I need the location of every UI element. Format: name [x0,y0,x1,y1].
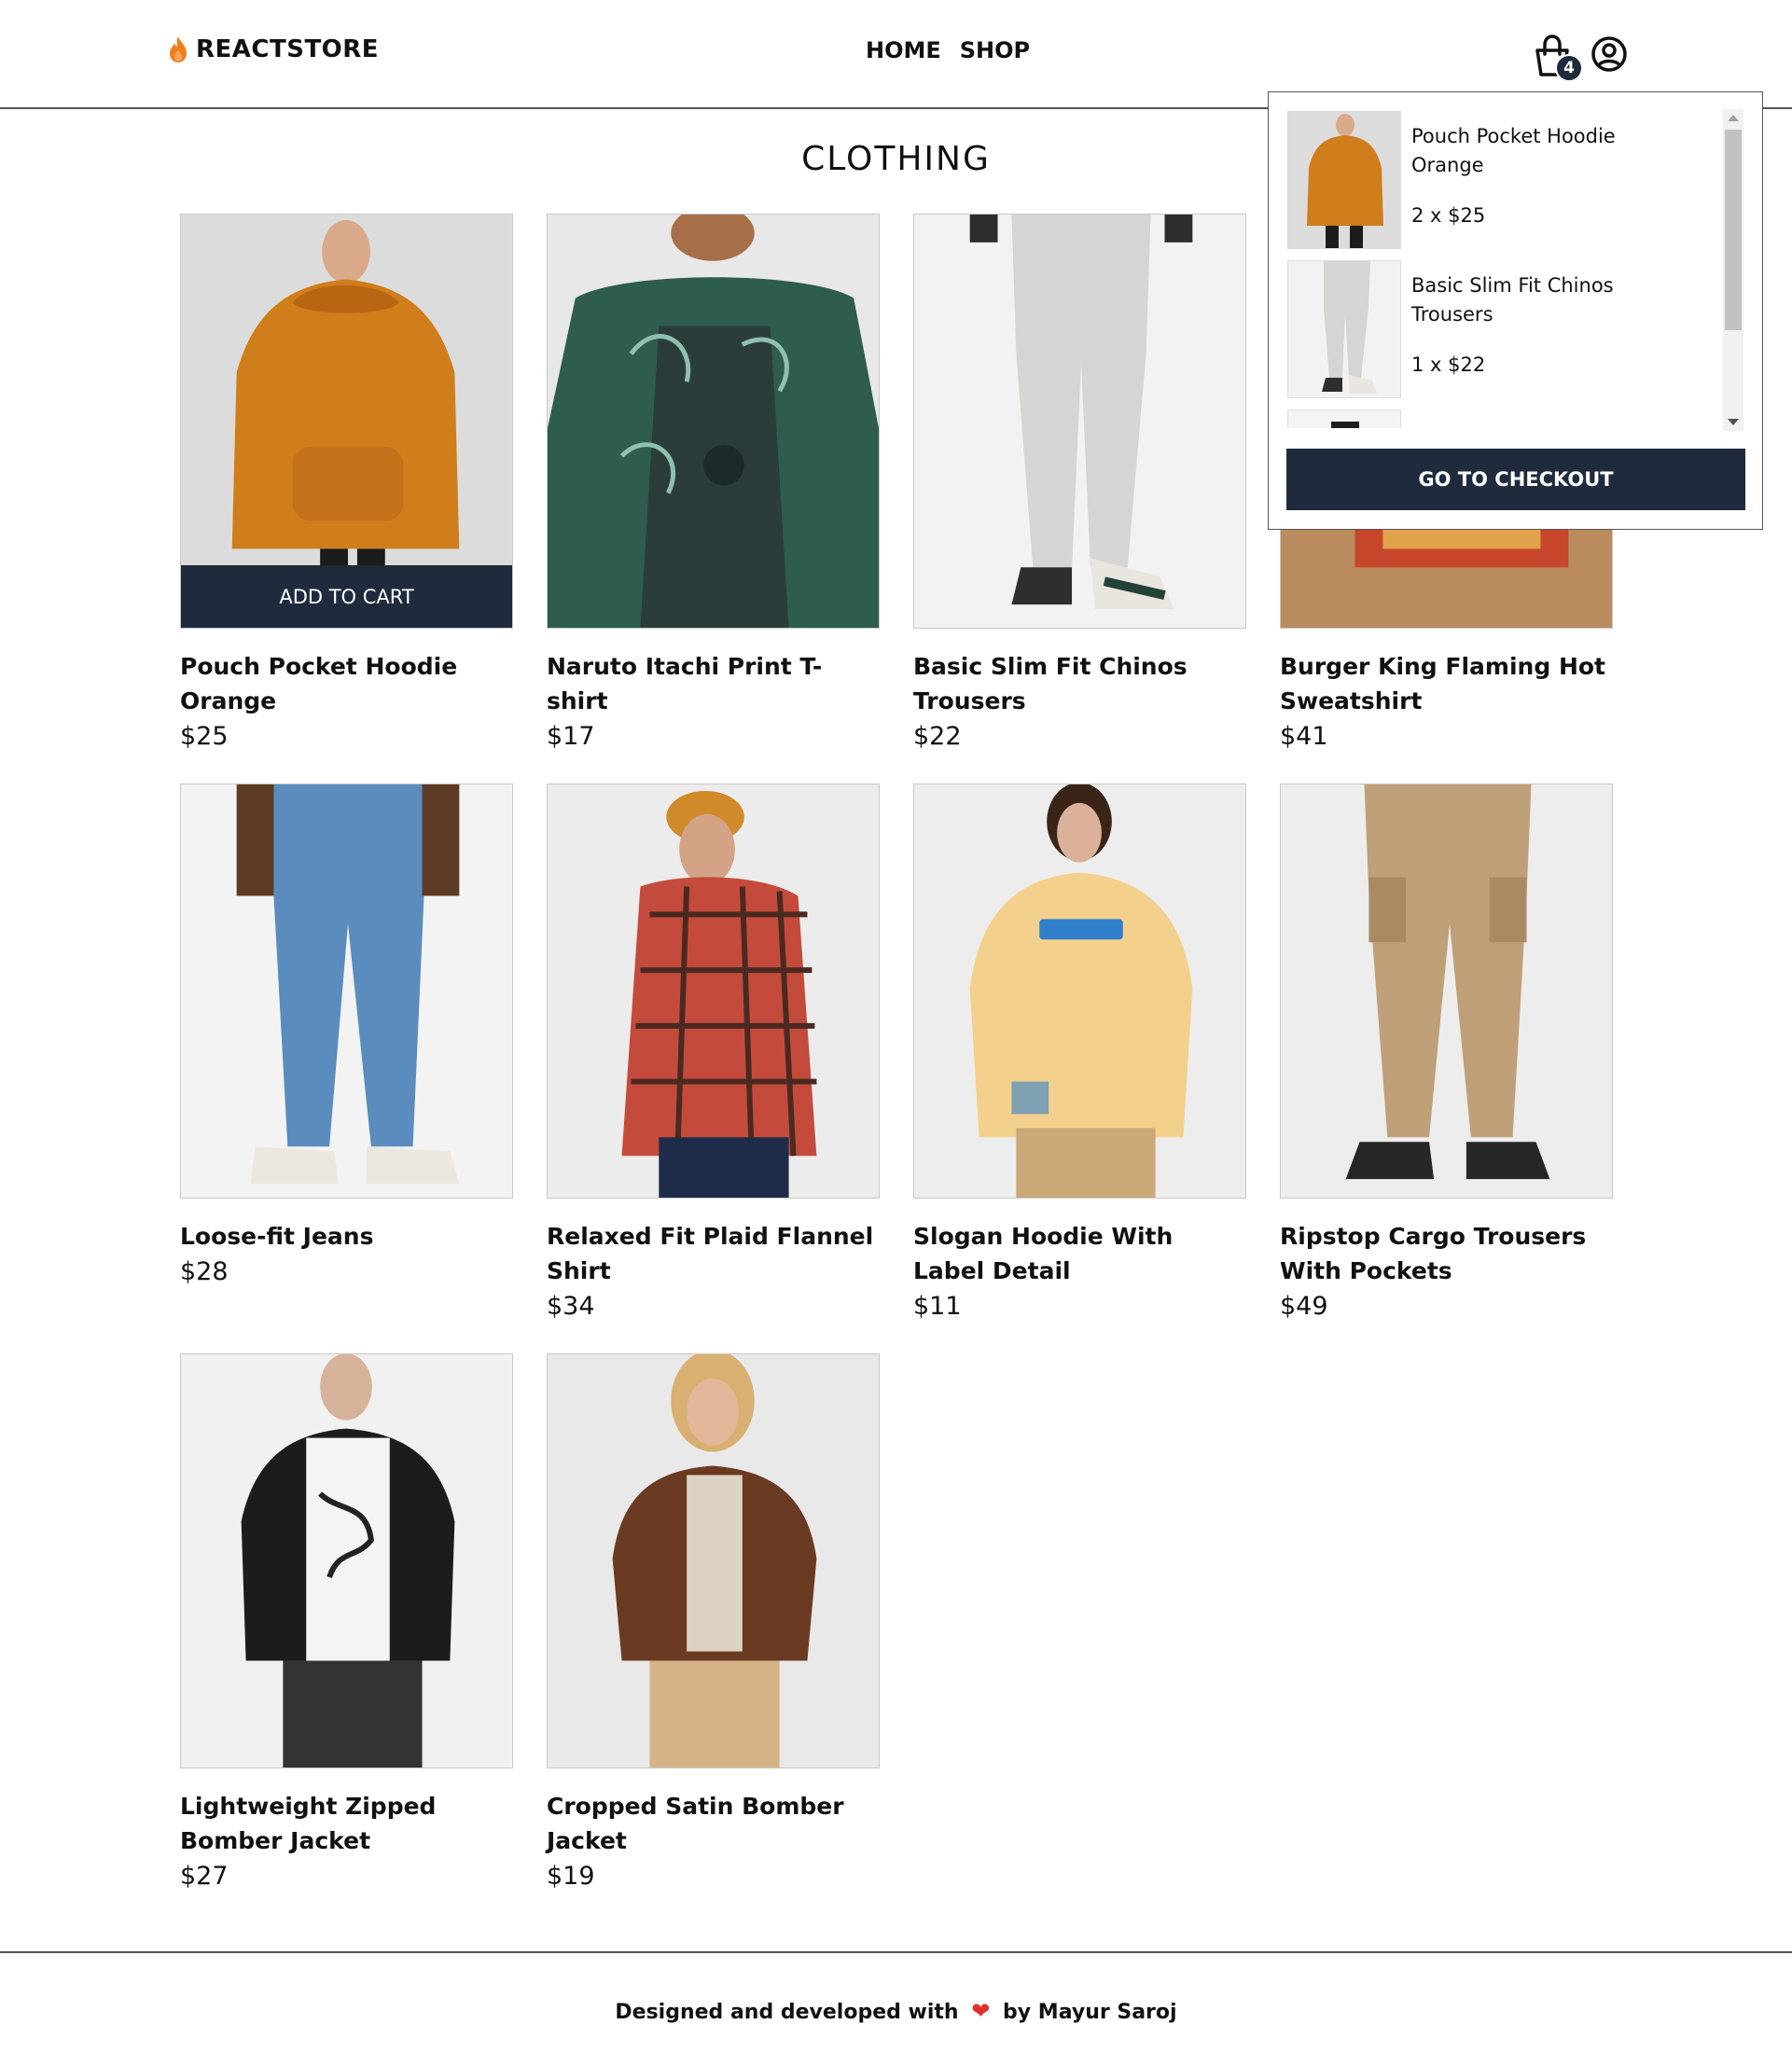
cart-item-image [1287,111,1401,249]
cart-count-badge: 4 [1555,54,1583,82]
product-image[interactable] [547,783,880,1199]
product-price: $11 [913,1292,962,1321]
cart-item: Pouch Pocket Hoodie Orange 2 x $25 [1287,111,1726,249]
product-card[interactable]: ADD TO CART Pouch Pocket Hoodie Orange $… [180,214,513,756]
cart-item-quantity: 1 x $22 [1411,354,1486,376]
satin-bomber-image [548,1354,879,1768]
site-footer: Designed and developed with ❤ by Mayur S… [0,1951,1792,2052]
cart-item-image [1287,409,1401,428]
product-image[interactable] [913,214,1246,629]
product-price: $34 [547,1292,595,1321]
nav-shop-link[interactable]: SHOP [960,37,1030,63]
hoodie-orange-thumb [1288,112,1400,248]
product-image[interactable] [1280,783,1613,1199]
heart-icon: ❤ [971,1998,991,2024]
product-card[interactable]: Naruto Itachi Print T-shirt $17 [547,214,880,756]
cart-item-name: Basic Slim Fit Chinos Trousers [1411,274,1614,326]
cart-scrollbar[interactable] [1723,109,1743,431]
cart-item-name: Pouch Pocket Hoodie Orange [1411,125,1616,176]
nav-home-link[interactable]: HOME [866,37,941,63]
product-name[interactable]: Basic Slim Fit Chinos Trousers [913,649,1246,718]
product-name[interactable]: Relaxed Fit Plaid Flannel Shirt [547,1219,880,1288]
product-name[interactable]: Cropped Satin Bomber Jacket [547,1789,880,1858]
product-card[interactable]: Basic Slim Fit Chinos Trousers $22 [913,214,1246,756]
product-price: $49 [1280,1292,1328,1321]
partial-thumb [1288,410,1400,428]
product-name[interactable]: Pouch Pocket Hoodie Orange [180,649,513,718]
green-tshirt-image [548,215,879,628]
product-image[interactable] [547,214,880,629]
chinos-thumb [1288,261,1400,397]
product-price: $17 [547,722,595,751]
product-image[interactable] [913,783,1246,1199]
main-nav: HOME SHOP [866,37,1030,63]
cart-button[interactable]: 4 [1532,34,1583,82]
product-name[interactable]: Burger King Flaming Hot Sweatshirt [1280,649,1613,718]
brand-name: REACTSTORE [196,35,380,63]
scrollbar-thumb[interactable] [1725,130,1742,330]
flannel-shirt-image [548,784,879,1198]
product-card[interactable]: Relaxed Fit Plaid Flannel Shirt $34 [547,783,880,1325]
product-price: $22 [913,722,962,751]
scroll-down-icon[interactable] [1728,419,1739,425]
product-image[interactable]: ADD TO CART [180,214,513,629]
cart-items-list[interactable]: Pouch Pocket Hoodie Orange 2 x $25 Basic… [1287,111,1744,428]
product-price: $27 [180,1862,229,1891]
scroll-up-icon[interactable] [1728,115,1739,121]
product-name[interactable]: Naruto Itachi Print T-shirt [547,649,880,718]
black-bomber-image [181,1354,512,1768]
jeans-image [181,784,512,1198]
product-card[interactable]: Slogan Hoodie With Label Detail $11 [913,783,1246,1325]
product-image[interactable] [180,1353,513,1768]
product-card[interactable]: Lightweight Zipped Bomber Jacket $27 [180,1353,513,1895]
product-card[interactable]: Ripstop Cargo Trousers With Pockets $49 [1280,783,1613,1325]
footer-text-after: by Mayur Saroj [1003,2001,1177,2024]
product-card[interactable]: Cropped Satin Bomber Jacket $19 [547,1353,880,1895]
product-name[interactable]: Ripstop Cargo Trousers With Pockets [1280,1219,1613,1288]
cart-item-quantity: 2 x $25 [1411,204,1486,227]
product-price: $41 [1280,722,1328,751]
product-price: $28 [180,1257,229,1286]
product-price: $25 [180,722,229,751]
product-name[interactable]: Lightweight Zipped Bomber Jacket [180,1789,513,1858]
product-price: $19 [547,1862,595,1891]
product-card[interactable]: Loose-fit Jeans $28 [180,783,513,1291]
brand-logo[interactable]: REACTSTORE [168,35,379,63]
footer-credit: Designed and developed with ❤ by Mayur S… [0,1998,1792,2024]
chinos-trousers-image [914,215,1245,628]
account-button[interactable] [1591,35,1628,73]
cart-dropdown: Pouch Pocket Hoodie Orange 2 x $25 Basic… [1268,91,1763,530]
product-name[interactable]: Loose-fit Jeans [180,1219,513,1254]
yellow-hoodie-image [914,784,1245,1198]
product-image[interactable] [547,1353,880,1768]
user-circle-icon [1591,36,1627,72]
cart-item-image [1287,260,1401,398]
cart-item [1287,409,1726,428]
flame-icon [170,36,187,62]
product-image[interactable] [180,783,513,1199]
footer-text-before: Designed and developed with [615,2001,959,2024]
add-to-cart-button[interactable]: ADD TO CART [181,565,512,628]
product-name[interactable]: Slogan Hoodie With Label Detail [913,1219,1246,1288]
cargo-trousers-image [1281,784,1612,1198]
cart-item: Basic Slim Fit Chinos Trousers 1 x $22 [1287,260,1726,398]
checkout-button[interactable]: GO TO CHECKOUT [1286,449,1745,510]
